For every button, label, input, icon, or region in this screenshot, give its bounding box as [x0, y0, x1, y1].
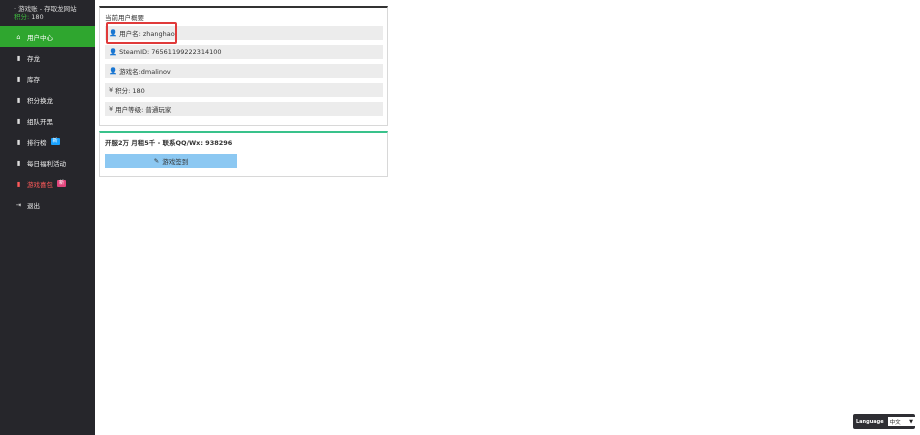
- yen-icon: ¥: [109, 86, 114, 94]
- new-badge: 新: [57, 180, 67, 187]
- sidebar-item-leaderboard[interactable]: ▮ 排行榜 新: [0, 131, 95, 152]
- logout-icon: ⇥: [15, 200, 22, 209]
- sidebar-item-points-exchange[interactable]: ▮ 积分换龙: [0, 89, 95, 110]
- points-display: 积分: 180: [14, 13, 95, 21]
- sidebar-item-daily-welfare[interactable]: ▮ 每日福利活动: [0, 152, 95, 173]
- bar-chart-icon: ▮: [16, 137, 21, 146]
- bar-chart-icon: ▮: [16, 116, 21, 125]
- sidebar-item-label: 退出: [27, 201, 40, 210]
- language-label: Language: [856, 418, 884, 425]
- sidebar-item-label: 库存: [27, 75, 40, 84]
- game-name-text: 游戏名:dmalinov: [119, 68, 171, 76]
- sidebar: · 游戏账 - 存取龙网站 积分: 180 ⌂ 用户中心 ▮ 存龙 ▮ 库存 ▮…: [0, 0, 95, 435]
- user-level-row: ¥ 用户等级: 普通玩家: [105, 102, 383, 116]
- user-icon: 👤: [109, 48, 118, 56]
- sidebar-item-label: 游戏喜包: [27, 180, 53, 189]
- steamid-row: 👤 SteamID: 76561199222314100: [105, 45, 383, 59]
- sidebar-item-game-gift[interactable]: ▮ 游戏喜包 新: [0, 173, 95, 194]
- sidebar-item-label: 用户中心: [27, 33, 53, 42]
- pencil-icon: ✎: [153, 157, 160, 165]
- language-selected-value: 中文: [889, 419, 901, 426]
- sidebar-item-logout[interactable]: ⇥ 退出: [0, 194, 95, 215]
- signin-button-label: 游戏签到: [162, 158, 189, 166]
- sidebar-item-label: 积分换龙: [27, 96, 53, 105]
- new-badge: 新: [50, 138, 60, 145]
- points-label: 积分:: [14, 13, 30, 21]
- sidebar-item-label: 组队开黑: [27, 117, 53, 126]
- user-level-text: 用户等级: 普通玩家: [115, 106, 172, 114]
- yen-icon: ¥: [109, 105, 114, 113]
- home-icon: ⌂: [16, 32, 21, 41]
- sidebar-item-label: 排行榜: [27, 138, 47, 147]
- language-switcher: Language 中文 ▼: [853, 414, 915, 429]
- sidebar-nav: ⌂ 用户中心 ▮ 存龙 ▮ 库存 ▮ 积分换龙 ▮ 组队开黑 ▮ 排行榜 新 ▮…: [0, 26, 95, 215]
- bar-chart-icon: ▮: [16, 53, 21, 62]
- sidebar-item-team-up[interactable]: ▮ 组队开黑: [0, 110, 95, 131]
- sidebar-item-label: 存龙: [27, 54, 40, 63]
- username-highlight-box: [106, 22, 177, 44]
- points-text: 积分: 180: [115, 87, 145, 95]
- sidebar-item-user-center[interactable]: ⌂ 用户中心: [0, 26, 95, 47]
- sidebar-brand: · 游戏账 - 存取龙网站 积分: 180: [0, 0, 95, 26]
- sidebar-item-deposit[interactable]: ▮ 存龙: [0, 47, 95, 68]
- steamid-text: SteamID: 76561199222314100: [119, 48, 222, 56]
- language-select[interactable]: 中文 ▼: [887, 417, 915, 426]
- points-row: ¥ 积分: 180: [105, 83, 383, 97]
- sidebar-item-label: 每日福利活动: [27, 159, 66, 168]
- game-signin-button[interactable]: ✎ 游戏签到: [105, 154, 237, 168]
- chevron-down-icon: ▼: [909, 418, 913, 425]
- points-value: 180: [31, 13, 44, 21]
- user-icon: 👤: [109, 67, 118, 75]
- sidebar-item-inventory[interactable]: ▮ 库存: [0, 68, 95, 89]
- bar-chart-icon: ▮: [16, 179, 21, 188]
- bar-chart-icon: ▮: [16, 95, 21, 104]
- bar-chart-icon: ▮: [16, 158, 21, 167]
- game-name-row: 👤 游戏名:dmalinov: [105, 64, 383, 78]
- site-name: · 游戏账 - 存取龙网站: [14, 5, 77, 13]
- server-contact-title: 开服2万 月租5千 - 联系QQ/Wx: 938296: [105, 139, 233, 147]
- bar-chart-icon: ▮: [16, 74, 21, 83]
- signin-panel: 开服2万 月租5千 - 联系QQ/Wx: 938296 ✎ 游戏签到: [99, 131, 388, 177]
